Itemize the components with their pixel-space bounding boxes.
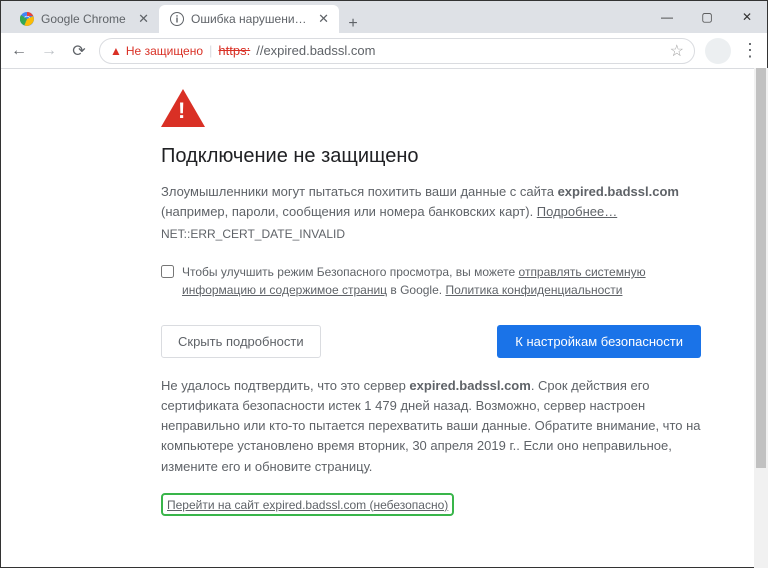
maximize-button[interactable]: ▢ bbox=[687, 1, 727, 33]
forward-button[interactable]: → bbox=[39, 41, 59, 61]
tab-strip: Google Chrome ✕ Ошибка нарушения конфиде… bbox=[1, 1, 647, 33]
menu-button[interactable]: ⋮ bbox=[741, 40, 759, 61]
proceed-highlight: Перейти на сайт expired.badssl.com (небе… bbox=[161, 493, 454, 516]
warning-triangle-icon: ▲ bbox=[110, 44, 122, 58]
minimize-button[interactable]: ― bbox=[647, 1, 687, 33]
warning-triangle-icon: ! bbox=[161, 89, 727, 127]
learn-more-link[interactable]: Подробнее… bbox=[537, 204, 617, 219]
bookmark-star-icon[interactable]: ☆ bbox=[670, 41, 684, 61]
security-indicator[interactable]: ▲ Не защищено bbox=[110, 44, 203, 58]
close-window-button[interactable]: ✕ bbox=[727, 1, 767, 33]
address-bar[interactable]: ▲ Не защищено | https://expired.badssl.c… bbox=[99, 38, 695, 64]
reload-button[interactable]: ⟳ bbox=[69, 41, 89, 61]
hide-details-button[interactable]: Скрыть подробности bbox=[161, 325, 321, 358]
error-code: NET::ERR_CERT_DATE_INVALID bbox=[161, 227, 727, 241]
new-tab-button[interactable]: + bbox=[339, 15, 367, 33]
warning-paragraph: Злоумышленники могут пытаться похитить в… bbox=[161, 182, 701, 221]
back-button[interactable]: ← bbox=[9, 41, 29, 61]
optin-checkbox[interactable] bbox=[161, 265, 174, 278]
tab-google-chrome[interactable]: Google Chrome ✕ bbox=[9, 5, 159, 33]
close-icon[interactable]: ✕ bbox=[318, 11, 329, 27]
page-title: Подключение не защищено bbox=[161, 145, 727, 168]
close-icon[interactable]: ✕ bbox=[138, 11, 149, 27]
safety-settings-button[interactable]: К настройкам безопасности bbox=[497, 325, 701, 358]
details-paragraph: Не удалось подтвердить, что это сервер e… bbox=[161, 376, 701, 477]
url-text: //expired.badssl.com bbox=[256, 43, 375, 58]
chrome-icon bbox=[19, 11, 35, 27]
url-scheme: https: bbox=[218, 43, 250, 58]
tab-title: Google Chrome bbox=[41, 12, 132, 26]
page-content: ! Подключение не защищено Злоумышленники… bbox=[1, 69, 767, 567]
tab-title: Ошибка нарушения конфиденц... bbox=[191, 12, 312, 26]
privacy-policy-link[interactable]: Политика конфиденциальности bbox=[445, 283, 622, 297]
security-label: Не защищено bbox=[126, 44, 203, 58]
toolbar: ← → ⟳ ▲ Не защищено | https://expired.ba… bbox=[1, 33, 767, 69]
tab-error-page[interactable]: Ошибка нарушения конфиденц... ✕ bbox=[159, 5, 339, 33]
info-icon bbox=[169, 11, 185, 27]
profile-avatar[interactable] bbox=[705, 38, 731, 64]
safe-browsing-optin: Чтобы улучшить режим Безопасного просмот… bbox=[161, 263, 701, 299]
proceed-unsafe-link[interactable]: Перейти на сайт expired.badssl.com (небе… bbox=[167, 498, 448, 512]
scrollbar[interactable] bbox=[754, 68, 768, 568]
scrollbar-thumb[interactable] bbox=[756, 68, 766, 468]
